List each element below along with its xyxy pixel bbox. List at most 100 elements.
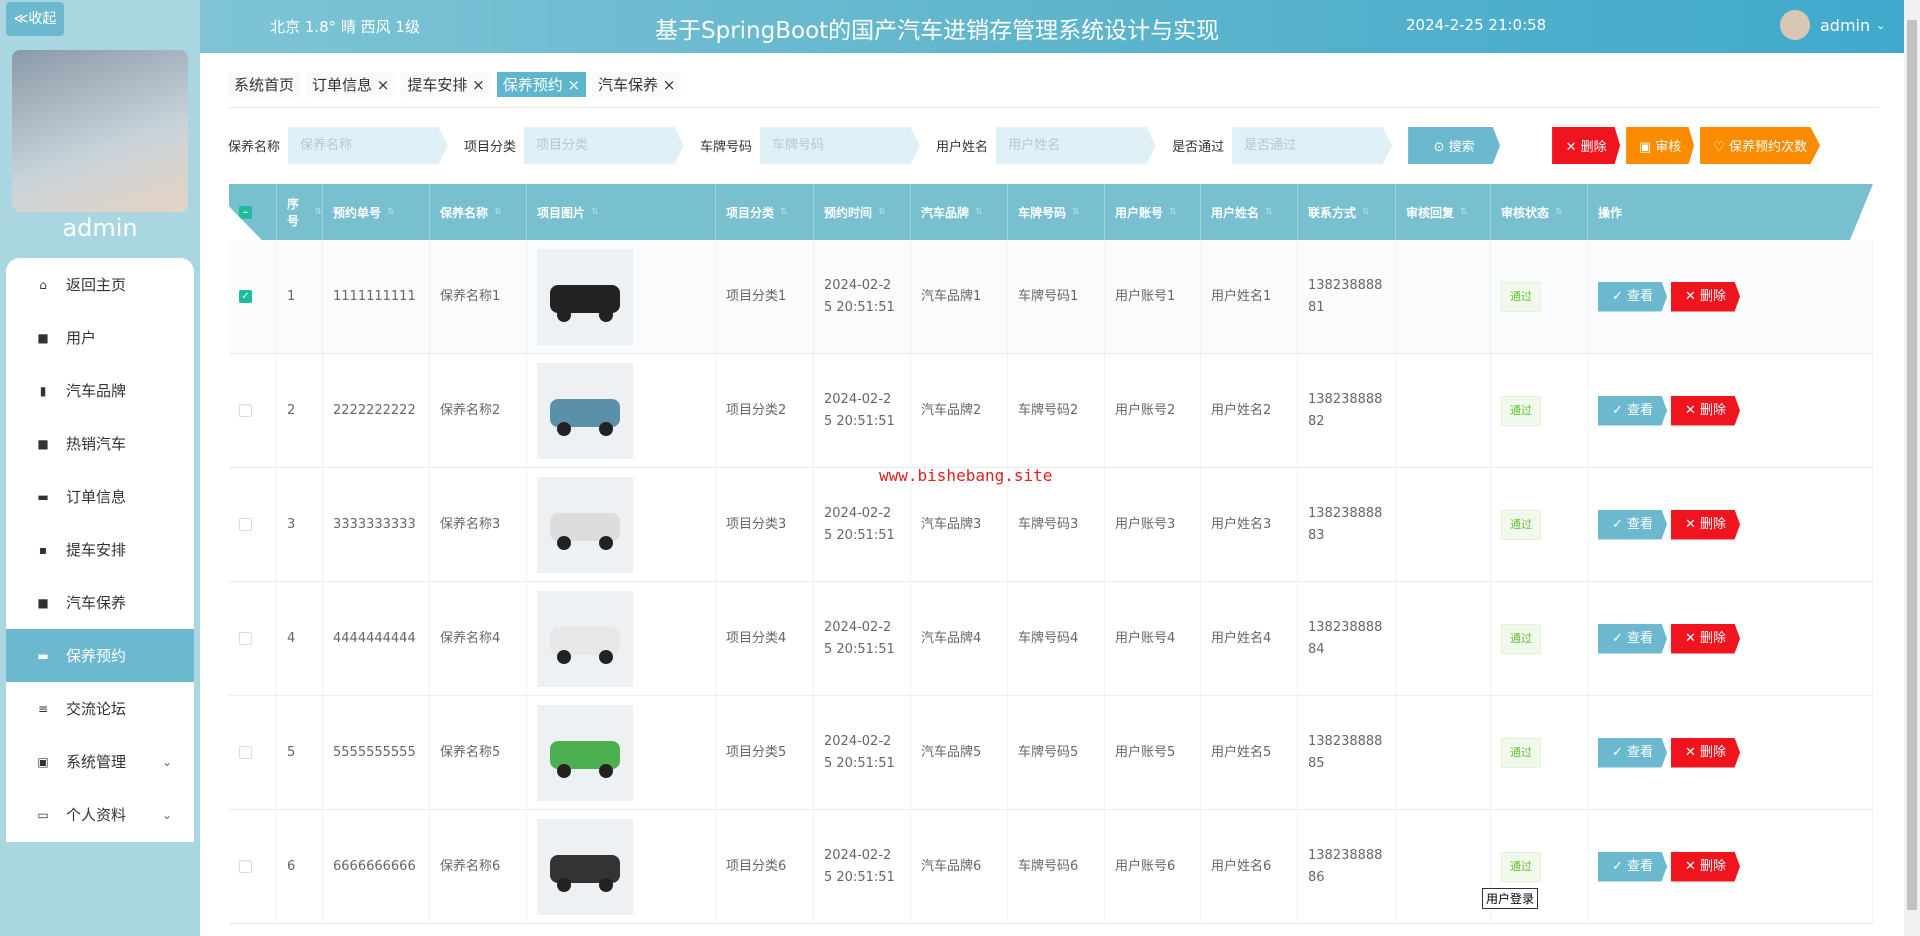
sort-icon[interactable]: ⇅ (1555, 207, 1563, 217)
sort-icon[interactable]: ⇅ (591, 207, 599, 217)
sort-icon[interactable]: ⇅ (494, 207, 502, 217)
user-menu[interactable]: admin ⌄ (1780, 10, 1885, 40)
sidebar-item-10[interactable]: ▭ 个人资料 ⌄ (6, 788, 194, 841)
table-row[interactable]: 6 6666666666 保养名称6 项目分类6 2024-02-25 20:51:51… (229, 810, 1873, 924)
sort-icon[interactable]: ⇅ (387, 207, 395, 217)
cell-order: 2222222222 (333, 402, 416, 418)
maintenance-count-button[interactable]: ♡ 保养预约次数 (1700, 127, 1821, 164)
table-row[interactable]: 5 5555555555 保养名称5 项目分类5 2024-02-25 20:51:51… (229, 696, 1873, 810)
sidebar-item-1[interactable]: ■ 用户 (6, 311, 194, 364)
item-image (537, 704, 633, 801)
search-input-3[interactable]: 用户姓名 (996, 127, 1157, 164)
sort-icon[interactable]: ⇅ (780, 207, 788, 217)
column-header[interactable]: 保养名称 ⇅ (430, 184, 527, 240)
sidebar-item-8[interactable]: ≡ 交流论坛 (6, 682, 194, 735)
view-button[interactable]: ✓ 查看 (1598, 281, 1668, 312)
cell-cat: 项目分类1 (726, 288, 787, 304)
audit-button[interactable]: ▣ 审核 (1626, 127, 1695, 164)
table-row[interactable]: 2 2222222222 保养名称2 项目分类2 2024-02-25 20:51:51… (229, 354, 1873, 468)
scrollbar[interactable] (1904, 0, 1920, 936)
tab-4[interactable]: 汽车保养 × (592, 72, 682, 97)
row-checkbox[interactable] (239, 404, 252, 417)
sidebar-item-6[interactable]: ■ 汽车保养 (6, 576, 194, 629)
column-header[interactable]: 审核状态 ⇅ (1491, 184, 1588, 240)
tab-bar: 系统首页 订单信息 × 提车安排 × 保养预约 × 汽车保养 × (228, 72, 1878, 108)
view-button[interactable]: ✓ 查看 (1598, 737, 1668, 768)
search-button[interactable]: ⊙ 搜索 (1408, 127, 1501, 164)
select-all-checkbox[interactable]: – (239, 205, 252, 219)
column-header[interactable]: 预约单号 ⇅ (323, 184, 430, 240)
tab-1[interactable]: 订单信息 × (306, 72, 396, 97)
column-header[interactable]: 预约时间 ⇅ (814, 184, 911, 240)
cell-name: 保养名称1 (440, 288, 501, 304)
sidebar-menu: ⌂ 返回主页 ■ 用户 ▮ 汽车品牌 ■ 热销汽车 ▬ 订单信息 ▪ 提车安排 ■ 汽车保养 ▬ 保养预约 ≡ 交… (6, 258, 194, 842)
sidebar-item-label: 保养预约 (66, 647, 127, 665)
column-header[interactable]: 用户账号 ⇅ (1105, 184, 1201, 240)
sort-icon[interactable]: ⇅ (314, 207, 322, 217)
column-header[interactable]: 车牌号码 ⇅ (1008, 184, 1105, 240)
column-header[interactable]: 项目分类 ⇅ (716, 184, 814, 240)
row-checkbox[interactable] (239, 746, 252, 759)
row-checkbox[interactable] (239, 860, 252, 873)
scrollbar-thumb[interactable] (1907, 20, 1917, 910)
sort-icon[interactable]: ⇅ (1362, 207, 1370, 217)
cell-no: 1 (287, 288, 296, 304)
search-input-4[interactable]: 是否通过 (1232, 127, 1393, 164)
sort-icon[interactable]: ⇅ (1169, 207, 1177, 217)
tab-3[interactable]: 保养预约 × (496, 72, 587, 97)
status-badge: 通过 (1501, 395, 1541, 426)
column-header[interactable]: 项目图片 ⇅ (527, 184, 716, 240)
sidebar: ≪收起 admin ⌂ 返回主页 ■ 用户 ▮ 汽车品牌 ■ 热销汽车 ▬ 订单信息 ▪ 提车安排 ■ 汽… (0, 0, 200, 936)
sidebar-item-label: 交流论坛 (66, 700, 127, 718)
table-row[interactable]: ✓ 1 1111111111 保养名称1 项目分类1 2024-02-25 20:51:5… (229, 240, 1873, 354)
table-row[interactable]: 4 4444444444 保养名称4 项目分类4 2024-02-25 20:51:51… (229, 582, 1873, 696)
collapse-button[interactable]: ≪收起 (6, 2, 64, 36)
tab-2[interactable]: 提车安排 × (401, 72, 491, 97)
column-header[interactable]: 序号 ⇅ (277, 184, 323, 240)
row-checkbox[interactable] (239, 632, 252, 645)
view-button[interactable]: ✓ 查看 (1598, 851, 1668, 882)
sidebar-item-4[interactable]: ▬ 订单信息 (6, 470, 194, 523)
view-button[interactable]: ✓ 查看 (1598, 395, 1668, 426)
avatar (12, 50, 188, 212)
column-header[interactable]: 操作 (1588, 184, 1873, 240)
delete-button[interactable]: ✕ 删除 (1671, 509, 1741, 540)
batch-delete-button[interactable]: ✕ 删除 (1552, 127, 1621, 164)
sort-icon[interactable]: ⇅ (975, 207, 983, 217)
row-checkbox[interactable] (239, 518, 252, 531)
column-header[interactable]: 用户姓名 ⇅ (1201, 184, 1298, 240)
sidebar-item-2[interactable]: ▮ 汽车品牌 (6, 364, 194, 417)
table-row[interactable]: 3 3333333333 保养名称3 项目分类3 2024-02-25 20:51:51… (229, 468, 1873, 582)
sort-icon[interactable]: ⇅ (1460, 207, 1468, 217)
view-button[interactable]: ✓ 查看 (1598, 509, 1668, 540)
sidebar-item-7[interactable]: ▬ 保养预约 (6, 629, 194, 682)
cell-no: 2 (287, 402, 296, 418)
sidebar-item-5[interactable]: ▪ 提车安排 (6, 523, 194, 576)
delete-button[interactable]: ✕ 删除 (1671, 851, 1741, 882)
tab-0[interactable]: 系统首页 (228, 72, 301, 97)
search-input-1[interactable]: 项目分类 (524, 127, 685, 164)
cell-account: 用户账号5 (1115, 744, 1176, 760)
row-checkbox[interactable]: ✓ (239, 290, 252, 303)
sort-icon[interactable]: ⇅ (1072, 207, 1080, 217)
sort-icon[interactable]: ⇅ (1265, 207, 1273, 217)
sidebar-item-9[interactable]: ▣ 系统管理 ⌄ (6, 735, 194, 788)
delete-button[interactable]: ✕ 删除 (1671, 395, 1741, 426)
cell-uname: 用户姓名2 (1211, 402, 1272, 418)
sort-icon[interactable]: ⇅ (878, 207, 886, 217)
delete-button[interactable]: ✕ 删除 (1671, 281, 1741, 312)
delete-button[interactable]: ✕ 删除 (1671, 623, 1741, 654)
cell-order: 1111111111 (333, 288, 416, 304)
sidebar-item-0[interactable]: ⌂ 返回主页 (6, 258, 194, 311)
search-label: 是否通过 (1172, 140, 1225, 155)
search-input-0[interactable]: 保养名称 (288, 127, 449, 164)
search-input-2[interactable]: 车牌号码 (760, 127, 921, 164)
search-label: 项目分类 (464, 140, 517, 155)
sidebar-item-3[interactable]: ■ 热销汽车 (6, 417, 194, 470)
column-header[interactable]: 汽车品牌 ⇅ (911, 184, 1008, 240)
column-header[interactable]: 联系方式 ⇅ (1298, 184, 1396, 240)
column-header[interactable]: 审核回复 ⇅ (1396, 184, 1491, 240)
sidebar-item-label: 个人资料 (66, 806, 127, 824)
view-button[interactable]: ✓ 查看 (1598, 623, 1668, 654)
delete-button[interactable]: ✕ 删除 (1671, 737, 1741, 768)
